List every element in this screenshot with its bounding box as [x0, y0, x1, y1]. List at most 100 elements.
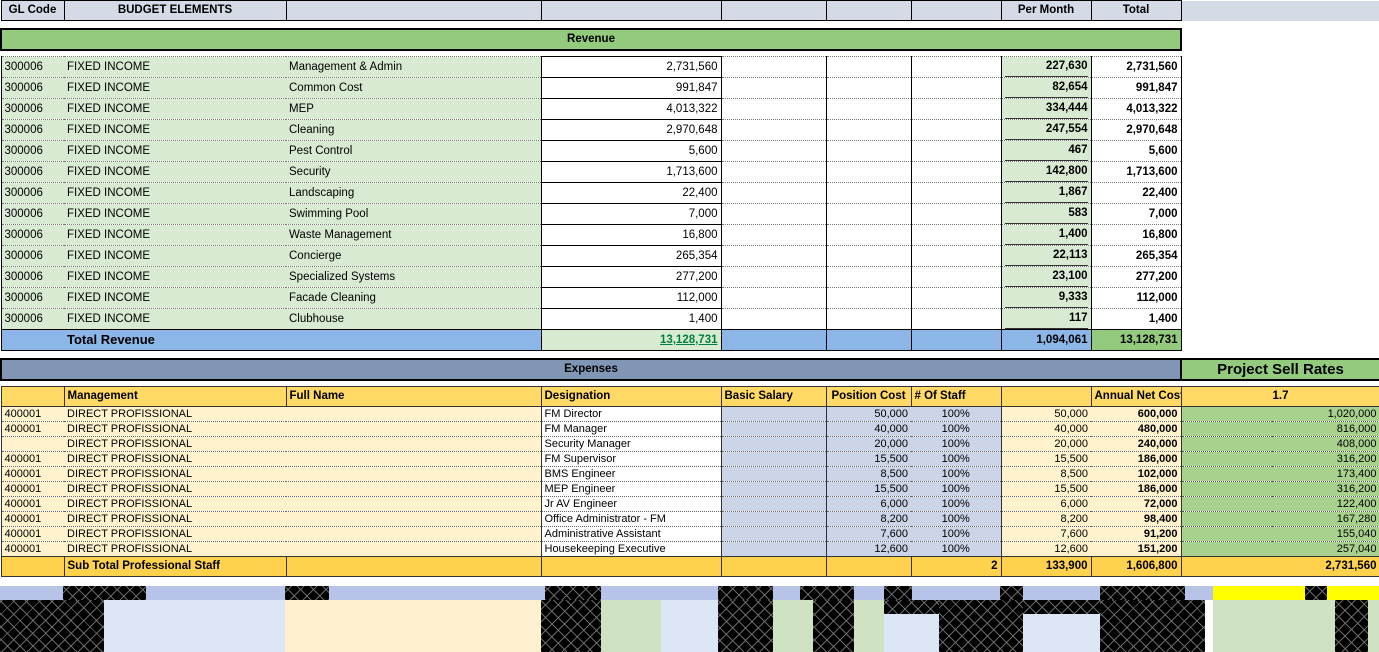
expense-cell-management: DIRECT PROFISSIONAL: [64, 436, 286, 452]
expense-cell-annual-net-cost: 102,000: [1091, 466, 1182, 482]
cell-block: [773, 600, 813, 652]
revenue-cell-gl: 300006: [0, 56, 64, 78]
subtotal-annual-net-cost: 1,606,800: [1090, 556, 1182, 577]
revenue-cell-outside: [1181, 203, 1272, 225]
revenue-cell-blank: [825, 308, 911, 330]
expense-cell-management: DIRECT PROFISSIONAL: [64, 511, 286, 527]
expense-cell-full-name: [286, 481, 542, 497]
expense-row: 400001 DIRECT PROFISSIONAL Office Administ…: [0, 511, 1379, 527]
revenue-cell-per-month: 9,333: [1000, 287, 1091, 309]
redaction-block: [1000, 586, 1023, 600]
subtotal-num-staff: 2: [910, 556, 1002, 577]
redaction-block: [1100, 600, 1205, 652]
revenue-cell-gl: 300006: [0, 203, 64, 225]
revenue-cell-outside: [1272, 182, 1379, 204]
revenue-cell-outside: [1181, 266, 1272, 288]
col-header-budget-elements: BUDGET ELEMENTS: [63, 0, 287, 21]
revenue-cell-element: FIXED INCOME: [64, 224, 286, 246]
revenue-cell-blank: [825, 203, 911, 225]
revenue-cell-outside: [1181, 161, 1272, 183]
revenue-cell-item: Swimming Pool: [286, 203, 542, 225]
expense-cell-sell: 1,020,000: [1180, 406, 1379, 422]
revenue-cell-element: FIXED INCOME: [64, 266, 286, 288]
expense-cell-management: DIRECT PROFISSIONAL: [64, 466, 286, 482]
revenue-band-title: Revenue: [0, 28, 1182, 51]
expense-row: 400001 DIRECT PROFISSIONAL Housekeeping Ex…: [0, 541, 1379, 557]
revenue-cell-gl: 300006: [0, 308, 64, 330]
expense-cell-designation: Office Administrator - FM: [540, 511, 722, 527]
expense-cell-gl: 400001: [0, 406, 64, 422]
revenue-cell-element: FIXED INCOME: [64, 182, 286, 204]
expense-cell-basic-salary: [720, 466, 827, 482]
revenue-cell-per-month: 227,630: [1000, 56, 1091, 78]
revenue-cell-outside: [1272, 119, 1379, 141]
revenue-cell-blank: [910, 161, 1001, 183]
revenue-cell-element: FIXED INCOME: [64, 56, 286, 78]
revenue-cell-element: FIXED INCOME: [64, 203, 286, 225]
revenue-cell-outside: [1272, 287, 1379, 309]
revenue-cell-blank: [720, 245, 826, 267]
redaction-block: [541, 600, 601, 652]
expense-cell-annual-net-cost: 91,200: [1091, 526, 1182, 542]
revenue-row: 300006 FIXED INCOME Waste Management 16,800…: [0, 224, 1379, 246]
revenue-cell-outside: [1181, 56, 1272, 78]
expense-cell-num-staff: 100%: [911, 406, 1001, 422]
spacer-row-1: [1, 20, 1379, 29]
expense-cell-position-cost: 15,500: [825, 451, 911, 467]
redaction-block: [800, 586, 854, 600]
expense-cell-monthly: 7,600: [1000, 526, 1091, 542]
redaction-block: [718, 586, 773, 600]
revenue-cell-blank: [910, 203, 1001, 225]
expense-row: 400001 DIRECT PROFISSIONAL FM Director 50,0…: [0, 406, 1379, 422]
subhdr-basic-salary: Basic Salary: [720, 386, 827, 407]
revenue-cell-gl: 300006: [0, 224, 64, 246]
revenue-row: 300006 FIXED INCOME Clubhouse 1,400 117 1,400: [0, 308, 1379, 330]
revenue-cell-blank: [825, 245, 911, 267]
expense-cell-designation: FM Supervisor: [540, 451, 722, 467]
expense-cell-basic-salary: [720, 541, 827, 557]
expense-cell-designation: Administrative Assistant: [540, 526, 722, 542]
subtotal-monthly: 133,900: [1000, 556, 1092, 577]
revenue-cell-blank: [825, 56, 911, 78]
revenue-cell-element: FIXED INCOME: [64, 77, 286, 99]
expense-row: 400001 DIRECT PROFISSIONAL Jr AV Engineer 6…: [0, 496, 1379, 512]
revenue-cell-item: Facade Cleaning: [286, 287, 542, 309]
revenue-cell-outside: [1181, 287, 1272, 309]
revenue-cell-blank: [825, 266, 911, 288]
revenue-row: 300006 FIXED INCOME Specialized Systems 277…: [0, 266, 1379, 288]
revenue-cell-blank: [910, 245, 1001, 267]
col-header-blank-4: [825, 0, 912, 21]
cell-block: [854, 600, 884, 652]
expense-cell-sell: 408,000: [1180, 436, 1379, 452]
total-revenue-label: Total Revenue: [64, 329, 286, 351]
revenue-cell-item: Landscaping: [286, 182, 542, 204]
expense-cell-management: DIRECT PROFISSIONAL: [64, 451, 286, 467]
expense-row: 400001 DIRECT PROFISSIONAL FM Manager 40,00…: [0, 421, 1379, 437]
revenue-cell-blank: [910, 98, 1001, 120]
expense-cell-basic-salary: [720, 481, 827, 497]
revenue-cell-item: Cleaning: [286, 119, 542, 141]
revenue-cell-element: FIXED INCOME: [64, 140, 286, 162]
revenue-cell-element: FIXED INCOME: [64, 161, 286, 183]
expense-cell-designation: Security Manager: [540, 436, 722, 452]
expense-cell-management: DIRECT PROFISSIONAL: [64, 526, 286, 542]
revenue-cell-amount: 277,200: [540, 266, 722, 288]
redacted-body-rows: [0, 600, 1379, 652]
revenue-cell-blank: [825, 77, 911, 99]
revenue-cell-outside: [1272, 98, 1379, 120]
redaction-block: [1335, 600, 1368, 652]
revenue-cell-blank: [720, 266, 826, 288]
expense-cell-num-staff: 100%: [911, 466, 1001, 482]
revenue-row: 300006 FIXED INCOME Cleaning 2,970,648 247,5…: [0, 119, 1379, 141]
spacer-row-3: [1, 350, 1379, 359]
expense-cell-full-name: [286, 436, 542, 452]
subhdr-num-staff: # Of Staff: [910, 386, 1002, 407]
revenue-rows-body: 300006 FIXED INCOME Management & Admin 2,73…: [0, 56, 1379, 330]
revenue-cell-blank: [720, 182, 826, 204]
redaction-block: [1305, 586, 1327, 600]
subtotal-label: Sub Total Professional Staff: [63, 556, 287, 577]
revenue-cell-blank: [720, 287, 826, 309]
revenue-row: 300006 FIXED INCOME Swimming Pool 7,000 583 7…: [0, 203, 1379, 225]
col-header-blank-2: [540, 0, 722, 21]
subhdr-blank: [1000, 386, 1092, 407]
